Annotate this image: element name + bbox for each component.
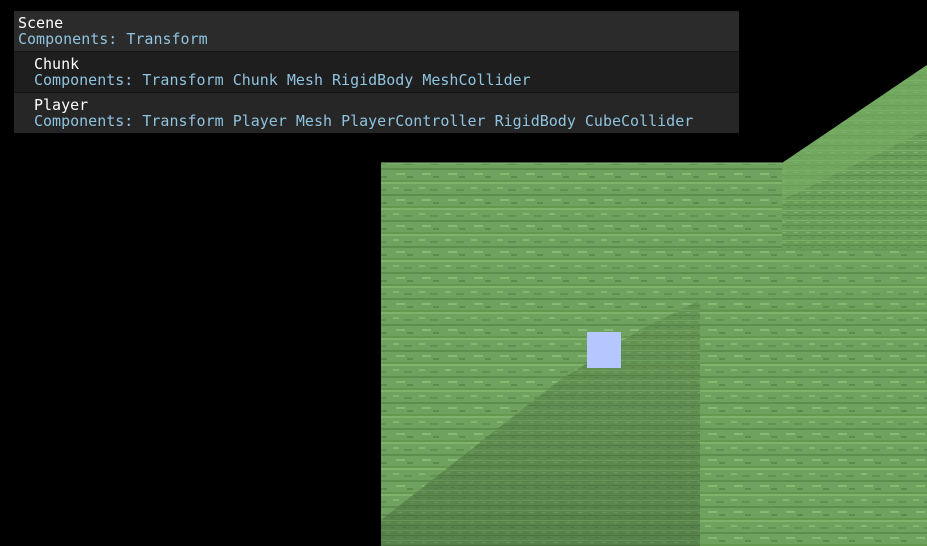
component-tag: CubeCollider (584, 112, 694, 130)
node-name: Player (34, 96, 89, 114)
components-label: Components: (34, 71, 134, 89)
component-tag: Transform (126, 30, 208, 48)
component-tag: Mesh (295, 112, 333, 130)
component-tag: Transform (142, 71, 224, 89)
component-tag: RigidBody (332, 71, 414, 89)
component-tag: Transform (142, 112, 224, 130)
component-tag: PlayerController (341, 112, 486, 130)
node-components: Components: Transform (18, 31, 735, 47)
node-components: Components: Transform Player Mesh Player… (34, 113, 735, 129)
crosshair-cube (587, 332, 621, 368)
component-tag: MeshCollider (422, 71, 531, 89)
components-label: Components: (34, 112, 134, 130)
component-tag: Chunk (232, 71, 278, 89)
component-tag: Player (232, 112, 287, 130)
hierarchy-node-player[interactable]: Player Components: Transform Player Mesh… (14, 92, 739, 133)
component-tag: Mesh (286, 71, 323, 89)
hierarchy-node-chunk[interactable]: Chunk Components: Transform Chunk Mesh R… (14, 51, 739, 92)
scene-hierarchy-panel: Scene Components: Transform Chunk Compon… (14, 11, 739, 133)
component-tag: RigidBody (494, 112, 576, 130)
hierarchy-node-scene[interactable]: Scene Components: Transform (14, 11, 739, 51)
node-name: Scene (18, 14, 64, 32)
node-name: Chunk (34, 55, 80, 73)
components-label: Components: (18, 30, 118, 48)
node-components: Components: Transform Chunk Mesh RigidBo… (34, 72, 735, 88)
